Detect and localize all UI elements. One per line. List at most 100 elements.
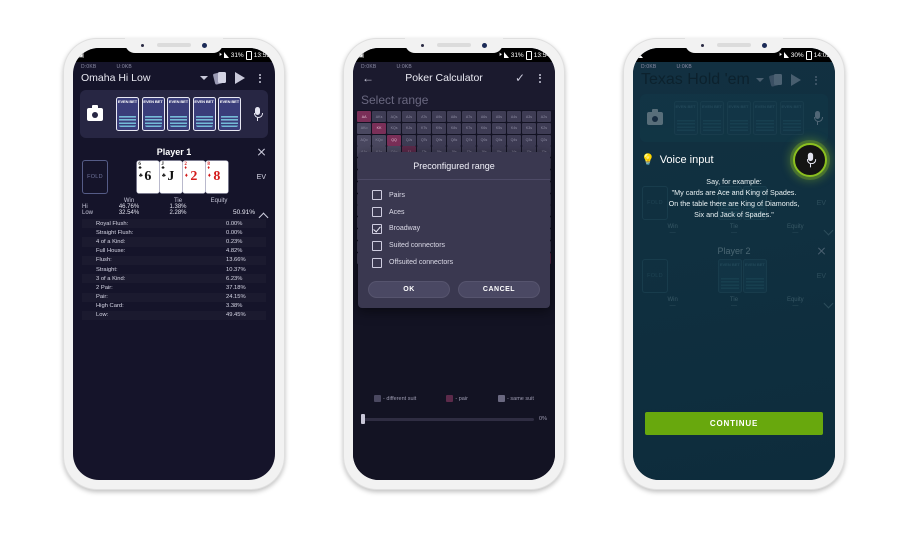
- matrix-cell[interactable]: AJs: [401, 111, 417, 122]
- matrix-cell[interactable]: K2s: [536, 122, 551, 134]
- checkbox-suited-connectors[interactable]: [372, 240, 382, 251]
- matrix-cell[interactable]: Q7s: [461, 134, 477, 146]
- matrix-cell[interactable]: K6s: [476, 122, 492, 134]
- checkbox-broadway[interactable]: [372, 223, 382, 234]
- matrix-cell[interactable]: AA: [357, 111, 372, 122]
- chevron-down-icon[interactable]: [824, 300, 833, 309]
- kebab-menu-icon[interactable]: [809, 73, 823, 87]
- chevron-down-icon[interactable]: [200, 76, 208, 80]
- chevron-up-icon[interactable]: [259, 211, 268, 220]
- matrix-cell[interactable]: KK: [371, 122, 387, 134]
- board-cards[interactable]: EVEN BET EVEN BET EVEN BET EVEN BET EVEN…: [673, 101, 804, 135]
- matrix-cell[interactable]: Q8s: [446, 134, 462, 146]
- board-cards[interactable]: EVEN BET EVEN BET EVEN BET EVEN BET EVEN…: [116, 97, 241, 131]
- matrix-cell[interactable]: QQ: [386, 134, 402, 146]
- kebab-menu-icon[interactable]: [533, 71, 547, 85]
- camera-icon[interactable]: [87, 105, 103, 121]
- matrix-cell[interactable]: A9s: [431, 111, 447, 122]
- hand-card[interactable]: 8 ♦ 8 ♦: [205, 161, 228, 193]
- matrix-cell[interactable]: Q5s: [491, 134, 507, 146]
- card-slot[interactable]: EVEN BET: [726, 101, 751, 135]
- chevron-down-icon[interactable]: [755, 78, 764, 82]
- close-icon[interactable]: [257, 148, 266, 157]
- back-arrow-icon[interactable]: ←: [361, 71, 375, 85]
- matrix-cell[interactable]: AKs: [371, 111, 387, 122]
- hand-card[interactable]: J ♣ J ♣: [159, 161, 182, 193]
- ok-button[interactable]: OK: [368, 280, 450, 298]
- matrix-cell[interactable]: A7s: [461, 111, 477, 122]
- matrix-cell[interactable]: AKo: [357, 122, 372, 134]
- chevron-down-icon[interactable]: [824, 227, 833, 236]
- matrix-cell[interactable]: Q4s: [506, 134, 522, 146]
- card-back[interactable]: EVEN BET: [167, 97, 190, 131]
- matrix-cell[interactable]: KJs: [401, 122, 417, 134]
- checkbox-row-pairs[interactable]: Pairs: [372, 187, 536, 204]
- matrix-cell[interactable]: AQo: [357, 134, 372, 146]
- matrix-cell[interactable]: KTs: [416, 122, 432, 134]
- matrix-cell[interactable]: QTs: [416, 134, 432, 146]
- matrix-cell[interactable]: A5s: [491, 111, 507, 122]
- card-slot[interactable]: EVEN BET: [779, 101, 804, 135]
- checkbox-aces[interactable]: [372, 207, 382, 218]
- card-back[interactable]: EVEN BET: [116, 97, 139, 131]
- matrix-cell[interactable]: Q9s: [431, 134, 447, 146]
- range-slider[interactable]: 0%: [361, 414, 547, 424]
- checkbox-offsuited-connectors[interactable]: [372, 257, 382, 268]
- matrix-cell[interactable]: K5s: [491, 122, 507, 134]
- card-back[interactable]: EVEN BET: [141, 97, 165, 131]
- card-back[interactable]: EVEN BET: [218, 97, 241, 131]
- matrix-cell[interactable]: Q2s: [536, 134, 551, 146]
- matrix-cell[interactable]: Q3s: [521, 134, 537, 146]
- card-slot[interactable]: EVEN BET: [717, 259, 742, 293]
- matrix-cell[interactable]: KQo: [371, 134, 387, 146]
- matrix-cell[interactable]: A4s: [506, 111, 522, 122]
- continue-button[interactable]: CONTINUE: [645, 412, 823, 435]
- cards-icon[interactable]: [768, 73, 783, 87]
- matrix-cell[interactable]: Q6s: [476, 134, 492, 146]
- matrix-cell[interactable]: AQs: [386, 111, 402, 122]
- game-mode-title[interactable]: Omaha Hi Low: [81, 72, 194, 84]
- matrix-cell[interactable]: A6s: [476, 111, 492, 122]
- matrix-cell[interactable]: A2s: [536, 111, 551, 122]
- camera-icon[interactable]: [647, 109, 663, 125]
- matrix-cell[interactable]: QJs: [401, 134, 417, 146]
- checkbox-pairs[interactable]: [372, 190, 382, 201]
- matrix-cell[interactable]: K3s: [521, 122, 537, 134]
- matrix-cell[interactable]: A3s: [521, 111, 537, 122]
- microphone-icon[interactable]: [254, 107, 263, 121]
- game-mode-title[interactable]: Texas Hold 'em: [641, 71, 750, 89]
- cards-icon[interactable]: [212, 71, 227, 85]
- card-slot[interactable]: EVEN BET: [673, 101, 698, 135]
- play-icon[interactable]: [789, 73, 803, 87]
- slider-knob[interactable]: [361, 414, 365, 424]
- cancel-button[interactable]: CANCEL: [458, 280, 540, 298]
- fold-button[interactable]: FOLD: [82, 160, 108, 194]
- matrix-cell[interactable]: A8s: [446, 111, 462, 122]
- matrix-cell[interactable]: KQs: [386, 122, 402, 134]
- fold-button[interactable]: FOLD: [642, 259, 668, 293]
- kebab-menu-icon[interactable]: [253, 71, 267, 85]
- card-back[interactable]: EVEN BET: [192, 97, 216, 131]
- matrix-cell[interactable]: K9s: [431, 122, 447, 134]
- microphone-button[interactable]: [793, 143, 827, 177]
- checkbox-row-broadway[interactable]: Broadway: [372, 221, 536, 238]
- checkbox-row-suited-connectors[interactable]: Suited connectors: [372, 237, 536, 254]
- play-icon[interactable]: [233, 71, 247, 85]
- slider-track[interactable]: [361, 414, 535, 424]
- matrix-cell[interactable]: K4s: [506, 122, 522, 134]
- matrix-cell[interactable]: ATs: [416, 111, 432, 122]
- checkbox-row-offsuited-connectors[interactable]: Offsuited connectors: [372, 254, 536, 271]
- hand-card[interactable]: 6 ♣ 6 ♣: [136, 161, 159, 193]
- matrix-cell[interactable]: K7s: [461, 122, 477, 134]
- player-hand[interactable]: 6 ♣ 6 ♣ J ♣ J ♣ 2 ♦ 2 ♦ 8 ♦ 8 ♦: [136, 161, 228, 193]
- close-icon[interactable]: [817, 247, 826, 256]
- checkbox-row-aces[interactable]: Aces: [372, 204, 536, 221]
- matrix-cell[interactable]: K8s: [446, 122, 462, 134]
- card-slot[interactable]: EVEN BET: [742, 259, 767, 293]
- player-2-hand[interactable]: EVEN BET EVEN BET: [717, 259, 767, 293]
- check-icon[interactable]: ✓: [513, 71, 527, 85]
- card-slot[interactable]: EVEN BET: [753, 101, 777, 135]
- microphone-icon[interactable]: [814, 111, 823, 125]
- card-slot[interactable]: EVEN BET: [700, 101, 724, 135]
- hand-card[interactable]: 2 ♦ 2 ♦: [182, 161, 205, 193]
